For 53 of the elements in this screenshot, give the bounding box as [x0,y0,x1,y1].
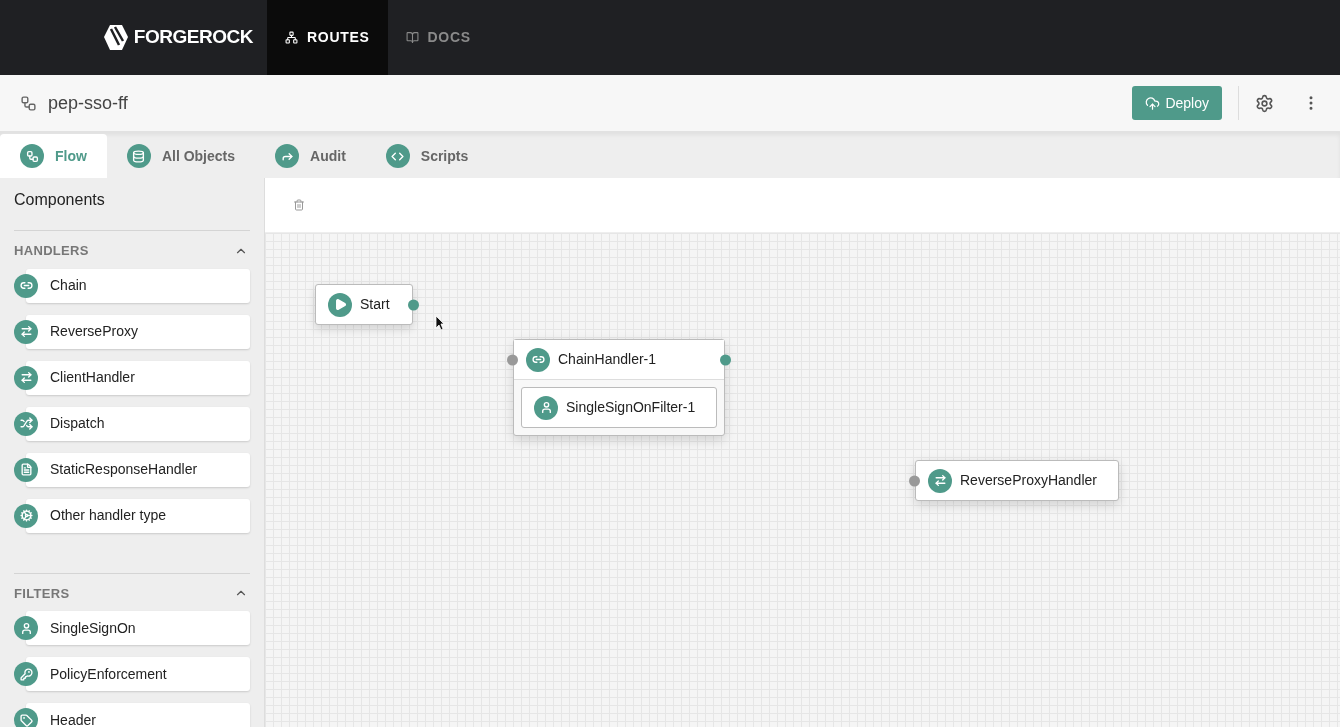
route-title: pep-sso-ff [48,91,128,115]
settings-icon[interactable] [1255,93,1274,113]
component-item[interactable]: PolicyEnforcement [26,657,250,691]
share-icon [275,144,300,168]
database-icon [126,144,151,168]
connection-port[interactable] [507,354,518,365]
tab[interactable]: Audit [255,134,366,178]
tab[interactable]: All Objects [106,134,256,178]
component-item[interactable]: Other handler type [26,498,250,533]
connection-port[interactable] [909,475,920,486]
upload-icon [1145,95,1161,111]
route-icon [20,94,37,112]
tag-icon [14,708,38,727]
component-item[interactable]: ReverseProxy [26,314,250,349]
user-icon [534,395,558,420]
sidebar-title: Components [14,190,106,210]
node-title: ChainHandler-1 [558,350,657,369]
arrows-icon [928,468,952,493]
shuffle-icon [14,411,38,436]
nav-tab[interactable]: DOCS [387,0,489,75]
chain-node[interactable]: ChainHandler-1 SingleSignOnFilter-1 [513,339,725,436]
start-node[interactable]: Start [315,284,413,325]
component-item[interactable]: Chain [26,268,250,303]
sitemap-icon [285,31,298,44]
section-heading: FILTERS [14,584,70,603]
logo[interactable]: FORGEROCK [99,22,253,53]
arrows-icon [14,365,38,390]
user-icon [14,616,38,640]
component-item[interactable]: Header [26,703,250,727]
arrows-icon [14,319,38,344]
connection-port[interactable] [720,354,731,365]
section-heading: HANDLERS [14,242,89,260]
handler-node[interactable]: ReverseProxyHandler [915,460,1119,501]
delete-icon[interactable] [293,199,305,211]
book-icon [405,31,419,44]
nav-tab[interactable]: ROUTES [267,0,388,75]
play-icon [328,292,352,317]
tab[interactable]: Scripts [365,134,489,178]
brand-name: FORGEROCK [133,25,253,50]
pointer-icon [435,315,445,331]
component-item[interactable]: StaticResponseHandler [26,452,250,487]
component-item[interactable]: ClientHandler [26,360,250,395]
gears-icon [14,503,38,528]
connection-port[interactable] [408,299,419,310]
code-icon [385,144,410,168]
component-item[interactable]: SingleSignOn [26,611,250,645]
document-icon [14,457,38,482]
filter-node[interactable]: SingleSignOnFilter-1 [521,387,717,428]
component-item[interactable]: Dispatch [26,406,250,441]
key-icon [14,662,38,686]
link-icon [14,273,38,298]
link-icon [526,347,550,372]
flow-icon [20,144,44,168]
